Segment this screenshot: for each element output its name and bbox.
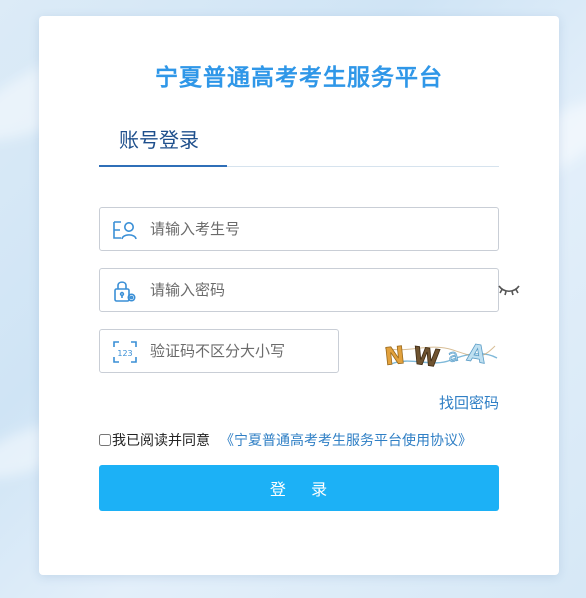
captcha-image[interactable]: N W a A bbox=[381, 334, 499, 374]
agree-label: 我已阅读并同意 bbox=[112, 433, 210, 449]
tab-label: 账号登录 bbox=[119, 128, 199, 152]
login-card: 宁夏普通高考考生服务平台 账号登录 请输入考生号 123 验证码不区分大小写 N… bbox=[39, 16, 559, 575]
svg-text:A: A bbox=[465, 339, 489, 370]
captcha-input[interactable] bbox=[150, 330, 328, 372]
tab-bar: 账号登录 bbox=[99, 116, 499, 167]
password-field bbox=[99, 268, 499, 312]
lock-icon bbox=[112, 279, 138, 303]
password-input[interactable] bbox=[150, 269, 488, 311]
username-input[interactable] bbox=[150, 208, 488, 250]
user-id-icon bbox=[112, 218, 138, 242]
svg-text:N: N bbox=[383, 341, 406, 371]
svg-text:W: W bbox=[411, 341, 441, 372]
svg-text:a: a bbox=[446, 346, 460, 368]
tab-account-login[interactable]: 账号登录 bbox=[99, 116, 227, 167]
agreement-link[interactable]: 《宁夏普通高考考生服务平台使用协议》 bbox=[220, 430, 472, 450]
captcha-field: 123 bbox=[99, 329, 339, 373]
login-button[interactable]: 登 录 bbox=[99, 465, 499, 511]
svg-text:123: 123 bbox=[117, 349, 132, 358]
forgot-password-link[interactable]: 找回密码 bbox=[439, 392, 499, 413]
agreement-row: 我已阅读并同意 《宁夏普通高考考生服务平台使用协议》 bbox=[99, 430, 472, 450]
eye-closed-icon[interactable] bbox=[498, 282, 520, 296]
captcha-code-icon: 123 bbox=[112, 340, 138, 364]
username-field bbox=[99, 207, 499, 251]
page-title: 宁夏普通高考考生服务平台 bbox=[155, 65, 443, 91]
agree-checkbox[interactable] bbox=[99, 434, 111, 446]
